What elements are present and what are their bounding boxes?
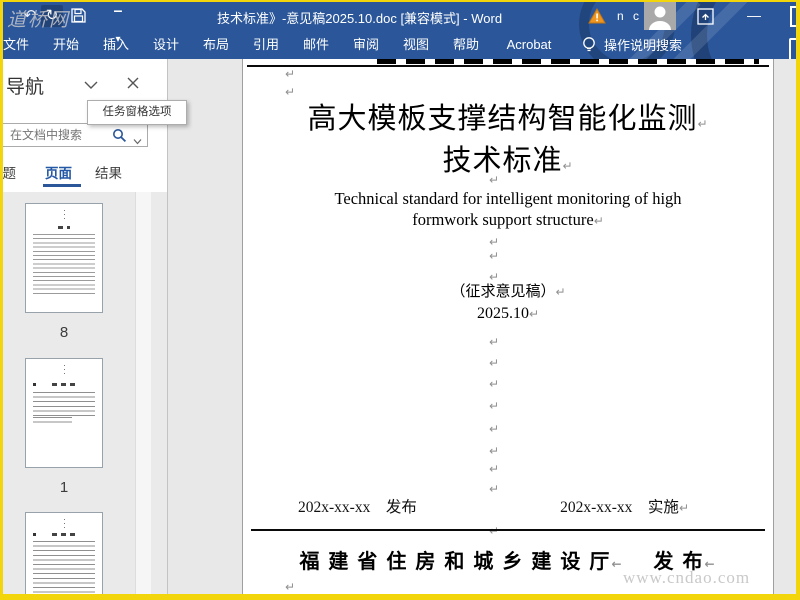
title-bar: ↶ ↻ ▔ ▾ 技术标准》-意见稿2025.10.doc [兼容模式] - Wor… — [3, 2, 796, 45]
save-icon[interactable] — [67, 8, 89, 30]
title-bar-and-ribbon: ↶ ↻ ▔ ▾ 技术标准》-意见稿2025.10.doc [兼容模式] - Wor… — [3, 2, 796, 59]
tell-me-search[interactable]: 操作说明搜索 — [581, 30, 682, 59]
heading-underline — [247, 65, 769, 67]
pilcrow-mark: ↵ — [489, 377, 500, 391]
pilcrow-mark: ↵ — [489, 482, 500, 496]
release-implement-row[interactable]: 202x-xx-xx 发布 202x-xx-xx 实施↵ — [298, 495, 689, 517]
active-tab-underline — [43, 184, 81, 187]
document-main-title-line2[interactable]: 技术标准↵ — [243, 137, 773, 179]
release-date-label: 202x-xx-xx 发布 — [298, 499, 417, 516]
avatar[interactable] — [644, 2, 676, 30]
draft-status-line[interactable]: （征求意见稿）↵ — [243, 280, 773, 301]
pilcrow-mark: ↵ — [489, 462, 500, 476]
navigation-pane: 导航 标题 页面 结果 8 — [3, 59, 168, 594]
ribbon-tab-design[interactable]: 设计 — [141, 30, 191, 59]
pilcrow-mark: ↵ — [489, 235, 500, 249]
frame-border — [0, 594, 800, 600]
ribbon-right-button[interactable] — [789, 38, 796, 59]
chevron-down-icon[interactable] — [83, 77, 107, 101]
nav-tab-pages[interactable]: 页面 — [45, 162, 72, 182]
word-application-window: ↶ ↻ ▔ ▾ 技术标准》-意见稿2025.10.doc [兼容模式] - Wor… — [0, 0, 800, 600]
nav-tab-results[interactable]: 结果 — [95, 162, 122, 182]
pilcrow-mark: ↵ — [489, 249, 500, 263]
ribbon-tab-row: 文件 开始 插入 设计 布局 引用 邮件 审阅 视图 帮助 Acrobat — [3, 30, 567, 59]
ribbon-tab-references[interactable]: 引用 — [241, 30, 291, 59]
document-search-box[interactable] — [3, 123, 148, 147]
nav-tab-headings[interactable]: 标题 — [3, 162, 16, 182]
ribbon-tab-file[interactable]: 文件 — [3, 30, 41, 59]
search-input[interactable] — [3, 125, 110, 145]
draft-date-line[interactable]: 2025.10↵ — [243, 305, 773, 323]
search-icon[interactable] — [112, 128, 127, 148]
ribbon-tab-insert[interactable]: 插入 — [91, 30, 141, 59]
lightbulb-icon — [583, 36, 595, 51]
frame-border — [796, 0, 800, 600]
frame-border — [0, 0, 3, 600]
page-thumbnail[interactable] — [25, 203, 103, 313]
watermark-top-left: 道桥网 — [7, 10, 71, 31]
document-main-title-line1[interactable]: 高大模板支撑结构智能化监测↵ — [243, 95, 773, 137]
pilcrow-mark: ↵ — [489, 524, 500, 538]
page-thumbnail-list: 8 1 — [3, 192, 167, 594]
ribbon-tab-layout[interactable]: 布局 — [191, 30, 241, 59]
pilcrow-mark: ↵ — [489, 335, 500, 349]
document-english-title[interactable]: Technical standard for intelligent monit… — [243, 188, 773, 232]
ribbon-tab-acrobat[interactable]: Acrobat — [491, 30, 567, 59]
frame-border — [0, 0, 800, 2]
watermark-bottom-right: www.cndao.com — [623, 568, 751, 587]
pilcrow-mark: ↵ — [489, 356, 500, 370]
search-options-chevron-icon[interactable] — [133, 132, 142, 150]
thumbnail-scrollbar[interactable] — [135, 192, 151, 594]
pilcrow-mark: ↵ — [489, 399, 500, 413]
page-thumbnail[interactable] — [25, 512, 103, 594]
ribbon-display-options-icon[interactable] — [697, 8, 714, 30]
task-pane-options-tooltip: 任务窗格选项 — [87, 100, 187, 125]
pilcrow-mark: ↵ — [489, 444, 500, 458]
navigation-pane-title: 导航 — [6, 77, 45, 98]
ribbon-tab-help[interactable]: 帮助 — [441, 30, 491, 59]
document-page[interactable]: ↵ ↵ ↵ ↵ ↵ ↵ ↵ ↵ ↵ ↵ ↵ ↵ ↵ ↵ ↵ ↵ 高大模板支撑结构智能化监测↵ 技术标准↵ T… — [242, 59, 774, 594]
thumbnail-page-number: 8 — [59, 324, 69, 341]
thumbnail-page-number: 1 — [59, 479, 69, 496]
implement-date-label: 202x-xx-xx 实施↵ — [560, 499, 689, 516]
warning-icon[interactable] — [588, 7, 606, 29]
ribbon-tab-home[interactable]: 开始 — [41, 30, 91, 59]
account-initials[interactable]: n c — [617, 9, 642, 23]
pilcrow-mark: ↵ — [285, 67, 296, 81]
pilcrow-mark: ↵ — [285, 580, 296, 594]
pilcrow-mark: ↵ — [489, 422, 500, 436]
footer-rule — [251, 529, 765, 531]
page-thumbnail[interactable] — [25, 358, 103, 468]
clipped-heading-remnant — [377, 59, 759, 64]
close-icon[interactable] — [125, 75, 149, 99]
ribbon-tab-mailings[interactable]: 邮件 — [291, 30, 341, 59]
ribbon-tab-review[interactable]: 审阅 — [341, 30, 391, 59]
ribbon-tab-view[interactable]: 视图 — [391, 30, 441, 59]
document-title: 技术标准》-意见稿2025.10.doc [兼容模式] - Word — [216, 11, 503, 26]
tell-me-label: 操作说明搜索 — [604, 38, 683, 53]
minimize-icon[interactable]: — — [741, 5, 767, 27]
